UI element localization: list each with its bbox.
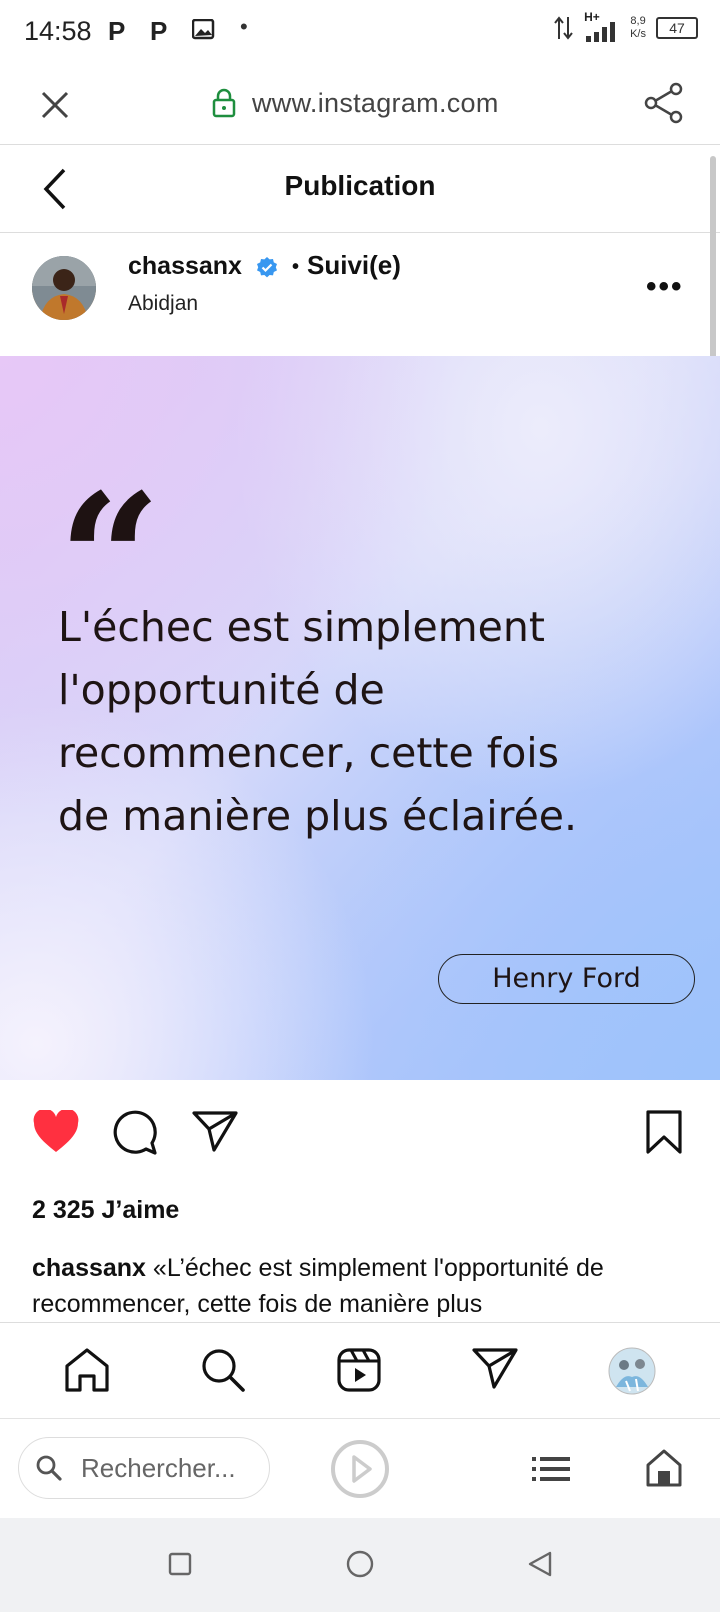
notification-p-icon: P [108,16,126,46]
likes-count[interactable]: 2 325 J’aime [32,1196,179,1225]
direct-icon[interactable] [472,1347,518,1389]
quote-line: L'échec est simplement [58,603,545,651]
battery-level: 47 [669,20,685,36]
post-header: Publication [0,144,720,233]
send-icon[interactable] [192,1110,238,1152]
search-icon [36,1455,62,1481]
follow-label: Suivi(e) [307,250,401,280]
gallery-icon [192,19,215,40]
post-caption: chassanx «L’échec est simplement l'oppor… [32,1250,692,1322]
browser-home-icon[interactable] [646,1449,682,1487]
menu-list-icon[interactable] [532,1455,572,1483]
post-author-row: chassanx • Suivi(e) Abidjan ••• [0,232,720,356]
heart-icon[interactable] [32,1110,80,1154]
search-placeholder: Rechercher... [81,1453,236,1483]
speed-value: 8,9 [630,15,646,27]
comment-icon[interactable] [112,1110,158,1156]
quote-text: L'échec est simplement l'opportunité de … [58,596,688,848]
location[interactable]: Abidjan [128,292,198,316]
play-icon[interactable] [330,1439,390,1499]
data-arrows-icon [554,16,573,40]
post-actions [0,1080,720,1190]
notification-dot: • [240,14,248,39]
signal-icon: H+ [584,10,620,42]
username[interactable]: chassanx [128,252,242,281]
quote-line: recommencer, cette fois [58,729,560,777]
browser-search-box[interactable]: Rechercher... [18,1437,270,1499]
more-icon[interactable]: ••• [646,270,684,304]
battery-icon: 47 [656,17,698,39]
reels-icon[interactable] [336,1347,382,1393]
android-nav-bar [0,1518,720,1612]
verified-badge-icon [257,257,277,278]
instagram-bottom-nav [0,1322,720,1419]
bookmark-icon[interactable] [646,1110,682,1154]
quote-line: l'opportunité de [58,666,385,714]
recents-icon[interactable] [168,1552,192,1576]
home-circle-icon[interactable] [346,1550,374,1578]
url-text[interactable]: www.instagram.com [252,88,499,119]
close-icon[interactable] [40,90,70,120]
post-image[interactable]: “ L'échec est simplement l'opportunité d… [0,356,720,1080]
page-title: Publication [284,170,436,201]
lock-icon [212,88,236,118]
share-icon[interactable] [644,82,684,124]
browser-bottom-bar: Rechercher... [0,1418,720,1519]
back-triangle-icon[interactable] [526,1550,554,1578]
avatar[interactable] [32,256,96,320]
browser-url-bar: www.instagram.com [0,66,720,145]
quote-mark: “ [58,455,162,666]
quote-author: Henry Ford [438,954,695,1004]
status-right: H+ 8,9 K/s 47 [554,10,698,42]
speed-unit: K/s [630,28,646,40]
status-bar: 14:58 P P • H+ 8,9 K/s 47 [0,0,720,66]
network-speed: 8,9 K/s [630,15,646,41]
follow-status[interactable]: • Suivi(e) [292,250,401,281]
search-icon[interactable] [200,1347,246,1393]
quote-line: de manière plus éclairée. [58,792,578,840]
separator-dot: • [292,255,300,278]
notification-p-icon: P [150,16,168,46]
home-icon[interactable] [64,1347,110,1393]
caption-username[interactable]: chassanx [32,1254,146,1282]
status-time: 14:58 [24,16,92,46]
profile-avatar[interactable] [608,1347,656,1395]
